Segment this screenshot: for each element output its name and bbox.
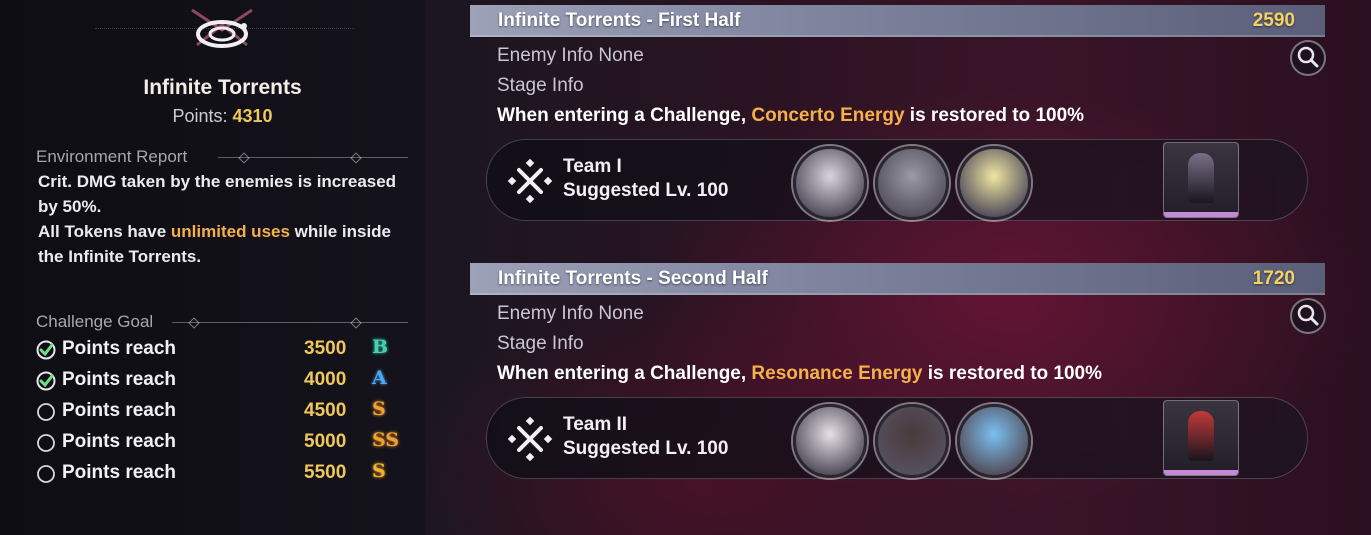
goal-row: Points reach 4000 A (36, 367, 406, 395)
environment-text: Crit. DMG taken by the enemies is increa… (38, 169, 408, 269)
suggested-level: Suggested Lv. 100 (563, 180, 729, 201)
character-avatar[interactable] (957, 146, 1031, 220)
goal-row: Points reach 5500 S (36, 460, 406, 488)
magnifier-icon (1297, 304, 1319, 326)
environment-heading: Environment Report (36, 147, 188, 166)
total-points: Points: 4310 (172, 106, 273, 126)
character-avatar[interactable] (793, 404, 867, 478)
stage-name: Infinite Torrents - Second Half (498, 268, 768, 289)
reward-item-slot[interactable] (1163, 400, 1239, 476)
character-avatar[interactable] (875, 404, 949, 478)
character-avatar[interactable] (957, 404, 1031, 478)
reward-item-icon (1188, 411, 1214, 461)
emblem-divider (95, 28, 355, 35)
reward-item-icon (1188, 153, 1214, 203)
goal-row: Points reach 3500 B (36, 336, 406, 364)
goal-value: 3500 (304, 338, 347, 359)
stage-info-label: Stage Info (497, 333, 584, 354)
total-points-value: 4310 (232, 106, 273, 126)
stage-description: When entering a Challenge, Concerto Ener… (497, 105, 1085, 126)
team-name: Team II (563, 414, 628, 435)
check-circle-icon (36, 371, 56, 391)
rank-badge: S (372, 460, 386, 482)
rank-badge: S (372, 398, 386, 420)
mode-title: Infinite Torrents (143, 76, 302, 99)
crossed-swords-icon (507, 416, 553, 462)
goal-heading: Challenge Goal (36, 312, 154, 331)
magnifier-button[interactable] (1290, 298, 1326, 334)
ornament-icon (188, 317, 200, 329)
enemy-info: Enemy Info None (497, 45, 644, 66)
character-avatar[interactable] (793, 146, 867, 220)
suggested-level: Suggested Lv. 100 (563, 438, 729, 459)
empty-circle-icon (37, 434, 55, 452)
item-rarity-stripe (1164, 470, 1238, 475)
goal-row: Points reach 4500 S (36, 398, 406, 426)
rank-badge: B (372, 336, 389, 358)
goal-label: Points reach (62, 400, 177, 421)
stage-header[interactable]: Infinite Torrents - Second Half 1720 (470, 263, 1325, 295)
env-line-2: All Tokens have unlimited uses while ins… (38, 222, 392, 266)
stage-description: When entering a Challenge, Resonance Ene… (497, 363, 1103, 384)
goal-label: Points reach (62, 431, 177, 452)
rank-badge: A (372, 367, 387, 389)
stage-name: Infinite Torrents - First Half (498, 10, 741, 31)
goal-label: Points reach (62, 369, 177, 390)
empty-circle-icon (37, 465, 55, 483)
goal-value: 4500 (304, 400, 347, 421)
magnifier-icon (1297, 46, 1319, 68)
stage-score: 2590 (1252, 10, 1295, 31)
rank-badge: SS (372, 429, 400, 451)
ornament-icon (350, 317, 362, 329)
goal-label: Points reach (62, 462, 177, 483)
magnifier-button[interactable] (1290, 40, 1326, 76)
team-panel[interactable]: Team I Suggested Lv. 100 (486, 139, 1308, 221)
stage-score: 1720 (1252, 268, 1295, 289)
ornament-icon (238, 152, 250, 164)
left-panel: Infinite Torrents Points: 4310 Environme… (0, 0, 425, 535)
goal-value: 5500 (304, 462, 347, 483)
env-line-1: Crit. DMG taken by the enemies is increa… (38, 172, 397, 216)
team-name: Team I (563, 156, 622, 177)
goal-value: 5000 (304, 431, 347, 452)
stage-header[interactable]: Infinite Torrents - First Half 2590 (470, 5, 1325, 37)
ornament-icon (350, 152, 362, 164)
goal-value: 4000 (304, 369, 347, 390)
item-rarity-stripe (1164, 212, 1238, 217)
stage-info-label: Stage Info (497, 75, 584, 96)
enemy-info: Enemy Info None (497, 303, 644, 324)
reward-item-slot[interactable] (1163, 142, 1239, 218)
goal-divider (172, 322, 408, 323)
crossed-swords-icon (507, 158, 553, 204)
empty-circle-icon (37, 403, 55, 421)
goal-row: Points reach 5000 SS (36, 429, 406, 457)
team-panel[interactable]: Team II Suggested Lv. 100 (486, 397, 1308, 479)
check-circle-icon (36, 340, 56, 360)
character-avatar[interactable] (875, 146, 949, 220)
goal-label: Points reach (62, 338, 177, 359)
